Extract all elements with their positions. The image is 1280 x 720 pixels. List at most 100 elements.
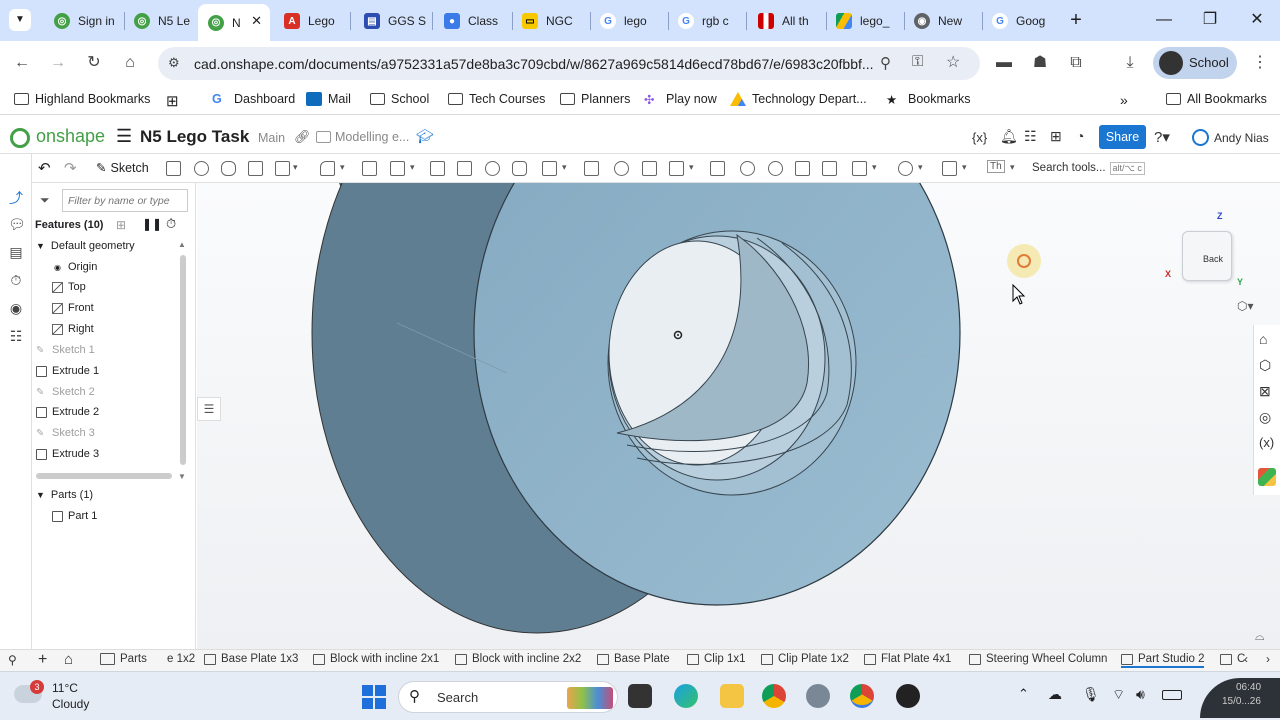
chrome-app-icon[interactable]: [762, 684, 786, 708]
close-window-icon[interactable]: ✕: [1245, 8, 1269, 32]
replace-face-tool-icon[interactable]: [795, 161, 810, 176]
view-cube-face-label[interactable]: Back: [1203, 254, 1223, 264]
chamfer-tool-icon[interactable]: [362, 161, 377, 176]
edge-browser-icon[interactable]: [674, 684, 698, 708]
scroll-down-icon[interactable]: ▼: [178, 472, 186, 481]
delete-part-tool-icon[interactable]: [710, 161, 725, 176]
tab-c[interactable]: C: [1220, 653, 1245, 665]
parts-group[interactable]: ▼ Parts (1): [36, 489, 93, 501]
bookmark-star-icon[interactable]: ☆: [946, 52, 960, 72]
bookmark-school[interactable]: School: [370, 92, 429, 106]
insert-icon[interactable]: ⤴: [8, 190, 24, 206]
extensions-puzzle-icon[interactable]: ⧉: [1064, 51, 1088, 75]
tab-clip-plate-1x2[interactable]: Clip Plate 1x2: [761, 653, 849, 665]
new-tab-plus-icon[interactable]: +: [1064, 8, 1088, 32]
reload-icon[interactable]: ↻: [82, 51, 106, 75]
bookmark-bookmarks[interactable]: ★ Bookmarks: [886, 92, 971, 107]
sheet-metal-tool-icon[interactable]: [942, 161, 957, 176]
tab-e-1x2[interactable]: e 1x2: [167, 653, 195, 665]
task-view-icon[interactable]: [628, 684, 652, 708]
share-button[interactable]: Share: [1099, 125, 1146, 149]
tab-base-plate[interactable]: Base Plate: [597, 653, 670, 665]
variable-table-icon[interactable]: (x): [1259, 435, 1274, 450]
bookmark-technology[interactable]: Technology Depart...: [730, 92, 867, 106]
hole-tool-icon[interactable]: [485, 161, 500, 176]
browser-tab-10[interactable]: All th: [748, 6, 824, 36]
feature-extrude-1[interactable]: Extrude 1: [36, 365, 99, 377]
learning-center-icon[interactable]: ◔: [1076, 128, 1084, 144]
tasks-icon[interactable]: ☷: [1024, 128, 1037, 145]
scroll-tabs-left-icon[interactable]: ‹: [1244, 652, 1248, 666]
mass-properties-icon[interactable]: ⊠: [1259, 383, 1271, 400]
revolve-tool-icon[interactable]: [194, 161, 209, 176]
document-title[interactable]: N5 Lego Task: [140, 127, 249, 147]
weather-desc[interactable]: Cloudy: [52, 697, 89, 711]
browser-tab-9[interactable]: G rgb c: [668, 6, 744, 36]
variable-icon[interactable]: {x}: [972, 130, 987, 145]
site-info-icon[interactable]: ⚙: [168, 55, 180, 71]
profile-button[interactable]: School: [1153, 47, 1237, 79]
feature-list-icon[interactable]: [8, 167, 24, 183]
thicken-tool-icon[interactable]: [275, 161, 290, 176]
all-bookmarks[interactable]: All Bookmarks: [1166, 92, 1267, 106]
browser-tab-12[interactable]: ◉ New: [904, 6, 980, 36]
tab-part-studio-2[interactable]: Part Studio 2: [1121, 653, 1205, 668]
feature-extrude-2[interactable]: Extrude 2: [36, 406, 99, 418]
browser-tab-7[interactable]: ▭ NGC: [512, 6, 588, 36]
mirror-tool-icon[interactable]: [584, 161, 599, 176]
default-geometry-group[interactable]: ▼ Default geometry: [36, 240, 135, 252]
feature-sketch-3[interactable]: ✎ Sketch 3: [36, 427, 95, 439]
url-text[interactable]: cad.onshape.com/documents/a9752331a57de8…: [194, 56, 874, 72]
clock-date[interactable]: 15/0...26: [1222, 696, 1261, 707]
shell-tool-icon[interactable]: [457, 161, 472, 176]
rollback-icon[interactable]: ⊞: [116, 218, 126, 232]
weather-temp[interactable]: 11°C: [52, 681, 78, 695]
bookmark-apps[interactable]: ⊞: [166, 92, 179, 110]
onshape-logo-text[interactable]: onshape: [36, 126, 105, 147]
notes-icon[interactable]: ▤: [8, 244, 24, 260]
comments-icon[interactable]: 💬︎: [8, 216, 26, 232]
clock-time[interactable]: 06:40: [1236, 682, 1261, 693]
taskbar-search-box[interactable]: ⚲ Search: [398, 681, 618, 713]
minimize-window-icon[interactable]: —: [1152, 8, 1176, 32]
browser-tab-4[interactable]: A Lego: [274, 6, 348, 36]
folder-breadcrumb[interactable]: Modelling e...: [316, 130, 409, 144]
feature-sketch-1[interactable]: ✎ Sketch 1: [36, 344, 95, 356]
feature-right-plane[interactable]: Right: [52, 323, 94, 335]
configurations-icon[interactable]: ⬡: [1259, 357, 1271, 374]
sketch-button[interactable]: ✎ Sketch: [96, 160, 149, 176]
feature-list-horizontal-scrollbar[interactable]: [36, 473, 172, 479]
help-icon[interactable]: ?▾: [1154, 128, 1170, 146]
user-name[interactable]: Andy Nias: [1214, 131, 1269, 145]
browser-tab-11[interactable]: lego_: [826, 6, 902, 36]
offset-surface-tool-icon[interactable]: [822, 161, 837, 176]
loft-tool-icon[interactable]: [248, 161, 263, 176]
tab-search-dropdown-icon[interactable]: ▼: [9, 9, 31, 31]
wifi-icon[interactable]: ⌔: [1112, 686, 1125, 704]
settings-gear-icon[interactable]: [806, 684, 830, 708]
plane-tool-icon[interactable]: [852, 161, 867, 176]
transform-tool-icon[interactable]: [669, 161, 684, 176]
forward-arrow-icon[interactable]: →: [46, 51, 70, 75]
feature-front-plane[interactable]: Front: [52, 302, 94, 314]
close-tab-icon[interactable]: ✕: [251, 13, 262, 29]
th-tool[interactable]: Th: [987, 160, 1005, 173]
bookmark-highland[interactable]: Highland Bookmarks: [14, 92, 150, 106]
browser-tab-8[interactable]: G lego: [590, 6, 666, 36]
modify-fillet-tool-icon[interactable]: [740, 161, 755, 176]
draft-tool-icon[interactable]: [390, 161, 405, 176]
sweep-tool-icon[interactable]: [221, 161, 236, 176]
tab-base-plate-1x3[interactable]: Base Plate 1x3: [204, 653, 298, 665]
tab-block-incline-2x1[interactable]: Block with incline 2x1: [313, 653, 439, 665]
app-store-icon[interactable]: ⊞: [1050, 128, 1062, 145]
render-studio-icon[interactable]: [1258, 468, 1276, 486]
move-face-tool-icon[interactable]: [768, 161, 783, 176]
branch-label[interactable]: Main: [258, 131, 285, 145]
rib-tool-icon[interactable]: [430, 161, 445, 176]
extrude-tool-icon[interactable]: [166, 161, 181, 176]
graphics-viewport[interactable]: Back Z X Y ⬡▾ ☰ ⌂ ⬡ ⊠ ◎ (x) ⌓: [197, 183, 1280, 650]
history-icon[interactable]: ⏱: [8, 272, 24, 288]
browser-tab-5[interactable]: ▤ GGS S: [354, 6, 430, 36]
password-key-icon[interactable]: ⚿: [912, 53, 923, 70]
learning-hat-icon[interactable]: ⌓: [1255, 629, 1265, 644]
